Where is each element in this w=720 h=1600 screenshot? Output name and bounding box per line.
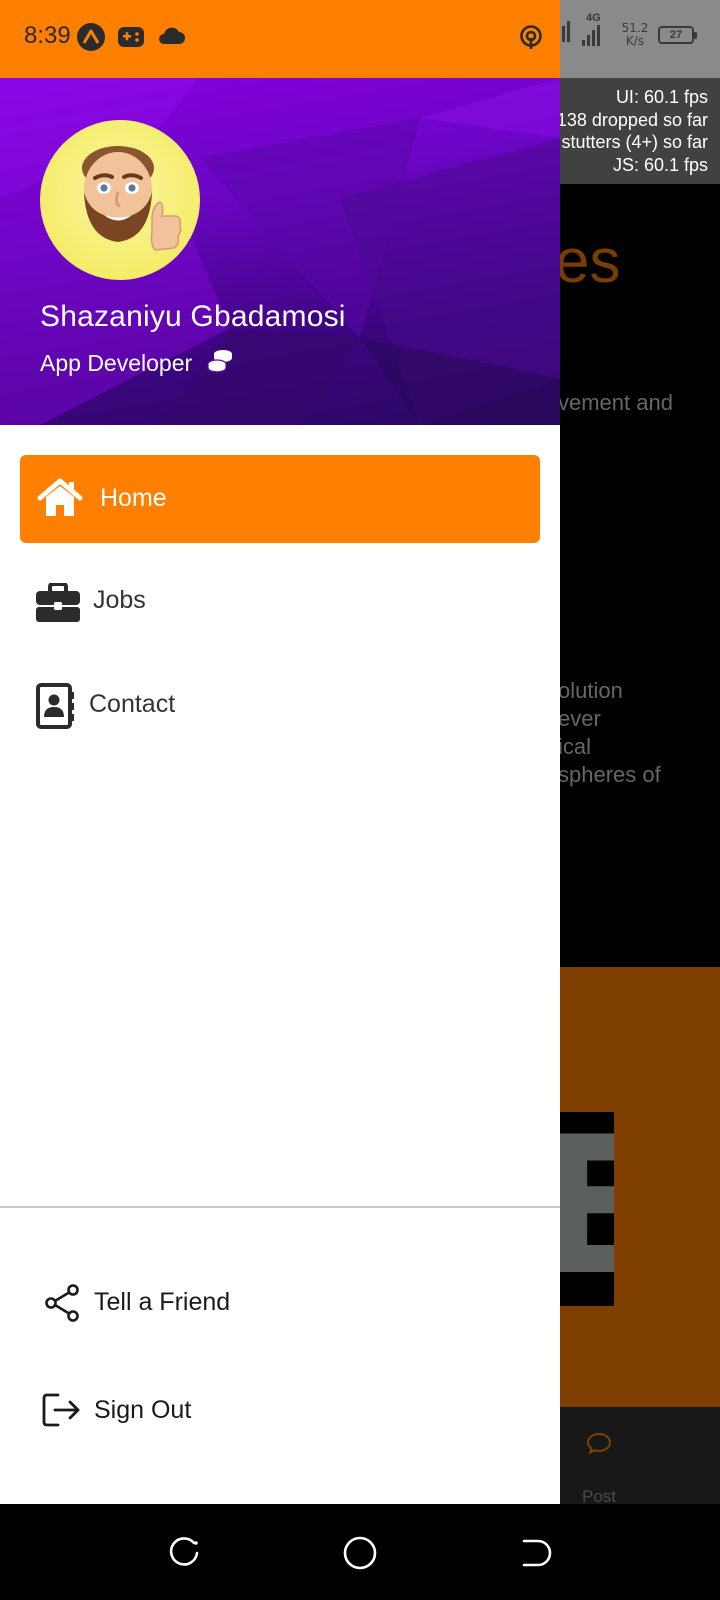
back-icon[interactable] xyxy=(516,1534,554,1572)
menu-label-contact: Contact xyxy=(89,690,176,718)
sign-out-label: Sign Out xyxy=(94,1396,192,1424)
share-icon xyxy=(45,1284,79,1322)
home-icon xyxy=(37,478,83,516)
recent-apps-icon[interactable] xyxy=(166,1534,204,1572)
hotspot-icon xyxy=(520,25,542,49)
tell-a-friend-button[interactable]: Tell a Friend xyxy=(40,1272,520,1332)
menu-label-home: Home xyxy=(100,484,167,512)
drawer-divider xyxy=(0,1206,560,1208)
avatar[interactable] xyxy=(40,120,200,280)
profile-name: Shazaniyu Gbadamosi xyxy=(40,300,346,333)
game-controller-icon xyxy=(118,27,144,47)
menu-item-home[interactable]: Home xyxy=(20,455,540,543)
drawer-scrim[interactable] xyxy=(560,0,720,1504)
status-time: 8:39 xyxy=(24,22,71,49)
contact-book-icon xyxy=(36,683,74,729)
system-navigation-bar xyxy=(0,1504,720,1600)
menu-item-jobs[interactable]: Jobs xyxy=(20,557,540,645)
expo-icon xyxy=(77,23,105,51)
sign-out-button[interactable]: Sign Out xyxy=(40,1380,520,1440)
briefcase-icon xyxy=(36,583,80,622)
cloud-icon xyxy=(159,27,185,44)
menu-label-jobs: Jobs xyxy=(93,586,146,614)
navigation-drawer: 8:39 Shazaniyu Gbadamosi App Developer H… xyxy=(0,0,560,1504)
home-button-icon[interactable] xyxy=(341,1534,379,1572)
status-bar: 8:39 xyxy=(0,0,560,78)
menu-item-contact[interactable]: Contact xyxy=(20,661,540,749)
tell-a-friend-label: Tell a Friend xyxy=(94,1288,231,1316)
profile-header: Shazaniyu Gbadamosi App Developer xyxy=(0,78,560,425)
coins-icon xyxy=(207,350,232,373)
sign-out-icon xyxy=(42,1393,80,1427)
profile-role: App Developer xyxy=(40,350,193,376)
memoji-avatar-icon xyxy=(82,146,182,251)
